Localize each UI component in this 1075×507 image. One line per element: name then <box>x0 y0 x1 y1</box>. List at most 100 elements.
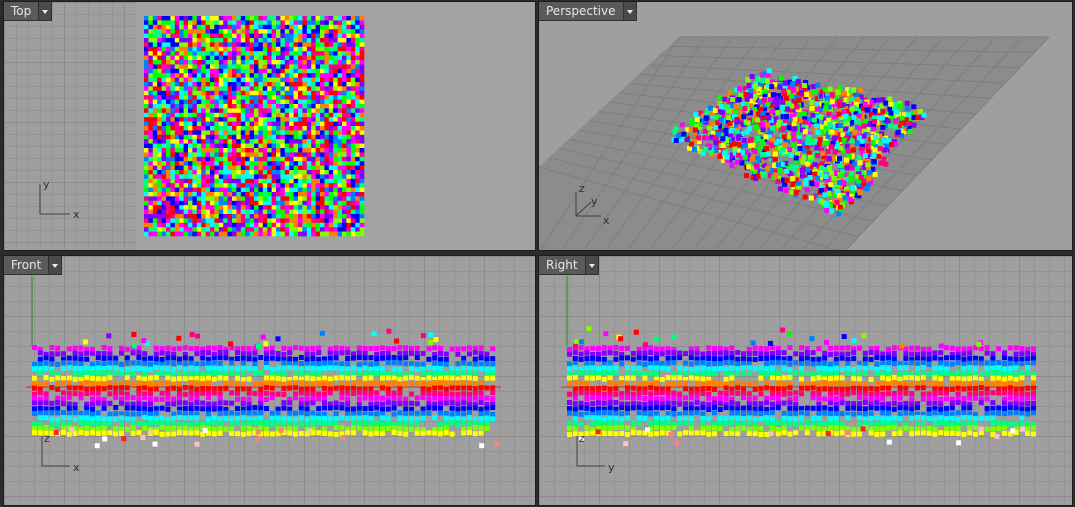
viewport-title[interactable]: Top <box>4 2 40 21</box>
point-cloud-cell <box>310 415 316 421</box>
point-cloud-cell <box>214 108 220 114</box>
point-cloud-cell <box>342 99 347 105</box>
point-cloud-cell <box>95 361 101 367</box>
point-cloud-cell <box>844 121 850 127</box>
point-cloud-cell <box>355 218 360 224</box>
point-cloud-cell <box>205 170 211 175</box>
top-view-canvas[interactable]: yx <box>4 2 536 251</box>
point-cloud-cell <box>345 411 351 417</box>
point-cloud-cell <box>235 381 240 387</box>
point-cloud-cell <box>324 90 330 96</box>
point-cloud-cell <box>240 60 246 65</box>
point-cloud-cell <box>362 395 368 401</box>
point-cloud-cell <box>350 178 356 184</box>
point-cloud-cell <box>232 42 237 48</box>
point-cloud-cell <box>113 365 119 371</box>
point-cloud-cell <box>350 20 356 26</box>
point-cloud-cell <box>194 387 200 392</box>
point-cloud-cell <box>293 46 299 52</box>
point-cloud-cell <box>144 77 149 83</box>
point-cloud-cell <box>188 112 193 118</box>
point-cloud-cell <box>72 366 78 371</box>
viewport-tab[interactable]: Perspective <box>539 2 637 21</box>
point-cloud-cell <box>148 415 153 421</box>
point-cloud-cell <box>337 51 343 56</box>
point-cloud-cell <box>183 117 189 122</box>
point-cloud-cell <box>152 156 158 162</box>
point-cloud-cell <box>350 51 356 56</box>
point-cloud-cell <box>174 82 180 87</box>
point-cloud-cell <box>333 425 339 431</box>
point-cloud-cell <box>280 121 286 127</box>
point-cloud-cell <box>276 187 281 193</box>
point-cloud-cell <box>254 183 259 188</box>
point-cloud-cell <box>254 156 259 162</box>
point-cloud-cell <box>322 430 327 436</box>
point-cloud-cell <box>315 117 321 122</box>
point-cloud-cell <box>258 90 264 96</box>
point-cloud-cell <box>333 345 339 351</box>
point-cloud-cell <box>107 391 113 397</box>
point-cloud-cell <box>240 386 246 392</box>
point-cloud-cell <box>179 99 184 105</box>
point-cloud-cell <box>359 42 365 48</box>
point-cloud-cell <box>227 24 233 30</box>
point-cloud-cell <box>223 73 228 78</box>
point-cloud-cell <box>249 130 255 136</box>
point-cloud-cell <box>214 178 220 184</box>
point-cloud-cell <box>880 124 886 130</box>
point-cloud-cell <box>148 222 154 228</box>
dropdown-icon[interactable] <box>623 2 637 21</box>
point-cloud-cell <box>223 170 228 175</box>
point-cloud-cell <box>159 346 165 352</box>
point-cloud-cell <box>289 60 294 65</box>
point-cloud-cell <box>302 33 308 39</box>
point-cloud-cell <box>252 370 258 376</box>
point-cloud-cell <box>188 139 193 144</box>
dropdown-icon[interactable] <box>39 2 53 21</box>
viewport-tab[interactable]: Top <box>4 2 53 21</box>
point-cloud-cell <box>355 46 360 52</box>
front-view-canvas[interactable]: zx <box>4 256 536 506</box>
point-cloud-cell <box>174 187 180 193</box>
viewport-perspective[interactable]: zyx Perspective <box>538 1 1073 251</box>
point-cloud-cell <box>857 87 863 93</box>
point-cloud-cell <box>161 170 167 175</box>
point-cloud-cell <box>414 420 420 426</box>
point-cloud-cell <box>201 143 206 149</box>
viewport-title[interactable]: Perspective <box>539 2 624 21</box>
point-cloud-cell <box>356 350 362 356</box>
point-cloud-cell <box>350 68 356 74</box>
point-cloud-cell <box>235 386 240 392</box>
point-cloud-cell <box>61 390 66 396</box>
viewport-front[interactable]: zx Front <box>3 255 536 506</box>
perspective-view-canvas[interactable]: zyx <box>539 2 1073 251</box>
point-cloud-cell <box>227 161 233 166</box>
point-cloud-cell <box>320 108 325 114</box>
point-cloud-cell <box>174 214 180 219</box>
point-cloud-cell <box>136 385 142 391</box>
point-cloud-cell <box>188 356 194 362</box>
point-cloud-cell <box>262 38 268 43</box>
point-cloud-cell <box>179 187 184 193</box>
point-cloud-cell <box>166 218 171 224</box>
point-cloud-cell <box>245 117 250 122</box>
point-cloud-cell <box>302 196 308 202</box>
point-cloud-cell <box>302 60 308 65</box>
point-cloud-cell <box>289 16 294 21</box>
point-cloud-cell <box>262 90 268 96</box>
point-cloud-cell <box>293 108 299 114</box>
point-cloud-cell <box>148 46 154 52</box>
point-cloud-cell <box>324 99 330 105</box>
point-cloud-cell <box>192 196 198 202</box>
point-cloud-cell <box>161 200 167 206</box>
viewport-top[interactable]: yx Top <box>3 1 536 251</box>
point-cloud-cell <box>293 112 299 118</box>
point-cloud-cell <box>865 143 871 149</box>
point-cloud-cell <box>161 174 167 180</box>
point-cloud-cell <box>814 106 820 112</box>
point-cloud-cell <box>804 187 810 193</box>
point-cloud-cell <box>249 209 255 215</box>
point-cloud-cell <box>144 161 149 166</box>
point-cloud-cell <box>236 143 242 149</box>
